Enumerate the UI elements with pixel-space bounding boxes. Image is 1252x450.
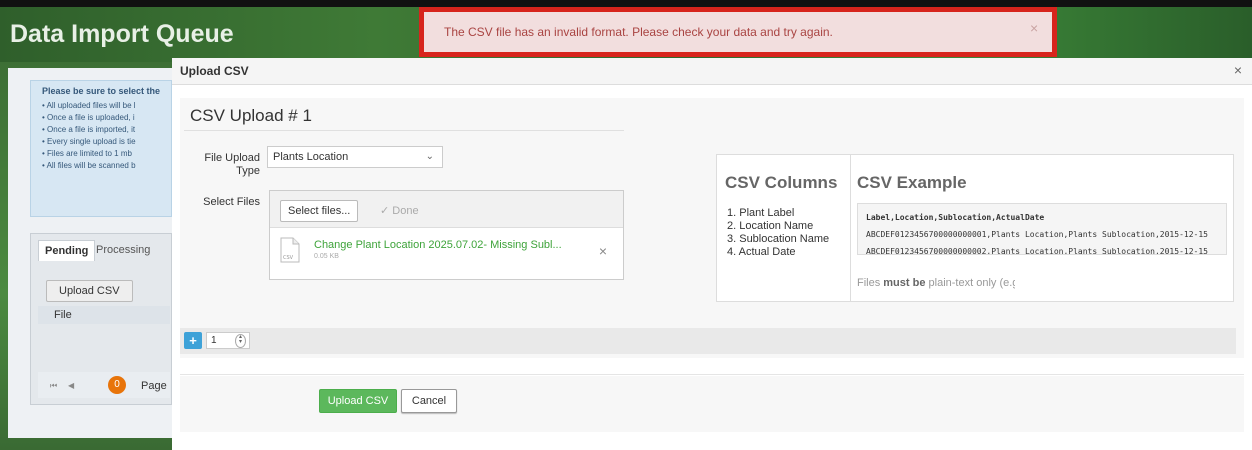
first-page-icon[interactable]: ⏮ bbox=[50, 381, 57, 391]
footer-divider bbox=[180, 374, 1244, 375]
error-message: The CSV file has an invalid format. Plea… bbox=[444, 25, 833, 39]
prev-page-icon[interactable]: ◀ bbox=[68, 381, 74, 390]
file-name: Change Plant Location 2025.07.02- Missin… bbox=[314, 239, 562, 251]
modal-header: Upload CSV × bbox=[172, 58, 1252, 85]
csv-example-line: ABCDEF0123456700000000002,Plants Locatio… bbox=[866, 247, 1208, 255]
uploaded-file-item: CSV Change Plant Location 2025.07.02- Mi… bbox=[280, 237, 615, 269]
modal-title: Upload CSV bbox=[180, 64, 249, 78]
modal-close-icon[interactable]: × bbox=[1234, 62, 1242, 78]
upload-csv-modal: Upload CSV × CSV Upload # 1 File Upload … bbox=[172, 58, 1252, 450]
file-size: 0.05 KB bbox=[314, 253, 339, 260]
info-item: Files are limited to 1 mb bbox=[42, 148, 136, 160]
file-upload-toolbar: Select files... ✓ Done bbox=[270, 191, 623, 228]
file-upload-box: Select files... ✓ Done CSV Change Plant … bbox=[269, 190, 624, 280]
error-alert: The CSV file has an invalid format. Plea… bbox=[424, 12, 1052, 52]
csv-example-code: Label,Location,Sublocation,ActualDate AB… bbox=[857, 203, 1227, 255]
csv-example-line: ABCDEF0123456700000000001,Plants Locatio… bbox=[866, 230, 1208, 239]
info-title: Please be sure to select the bbox=[42, 86, 161, 96]
alert-close-icon[interactable]: × bbox=[1030, 20, 1038, 36]
file-upload-type-value: Plants Location bbox=[273, 151, 349, 163]
tab-pending[interactable]: Pending bbox=[38, 240, 96, 261]
done-status: ✓ Done bbox=[380, 205, 419, 217]
remove-file-icon[interactable]: × bbox=[599, 243, 607, 259]
csv-column-item: 2. Location Name bbox=[727, 220, 814, 232]
csv-column-item: 4. Actual Date bbox=[727, 246, 796, 258]
pager-count-badge: 0 bbox=[108, 376, 126, 394]
upload-count-spinner[interactable]: 1 ▴ ▾ bbox=[206, 332, 250, 349]
info-item: Once a file is imported, it bbox=[42, 124, 136, 136]
info-item: All uploaded files will be l bbox=[42, 100, 136, 112]
info-item: Every single upload is tie bbox=[42, 136, 136, 148]
divider bbox=[184, 130, 624, 131]
top-bar bbox=[0, 0, 1252, 7]
note-redaction bbox=[1015, 275, 1095, 291]
file-upload-type-label: File Upload Type bbox=[204, 152, 260, 177]
cancel-button[interactable]: Cancel bbox=[401, 389, 457, 413]
pager-label: Page bbox=[141, 380, 167, 392]
upload-count-value: 1 bbox=[211, 335, 217, 346]
background-upload-csv-button[interactable]: Upload CSV bbox=[46, 280, 133, 302]
csv-column-item: 3. Sublocation Name bbox=[727, 233, 830, 245]
csv-columns-title: CSV Columns bbox=[725, 173, 838, 192]
page-title: Data Import Queue bbox=[10, 20, 234, 48]
svg-text:CSV: CSV bbox=[283, 255, 294, 261]
csv-column-item: 1. Plant Label bbox=[727, 207, 795, 219]
info-item: Once a file is uploaded, i bbox=[42, 112, 136, 124]
csv-example-title: CSV Example bbox=[857, 173, 967, 192]
csv-file-icon: CSV bbox=[280, 237, 300, 263]
csv-columns-list: 1. Plant Label 2. Location Name 3. Sublo… bbox=[727, 207, 829, 259]
csv-example-header-line: Label,Location,Sublocation,ActualDate bbox=[866, 213, 1045, 222]
file-upload-type-select[interactable]: Plants Location ⌄ bbox=[267, 146, 443, 168]
select-files-label: Select Files bbox=[203, 196, 260, 208]
upload-csv-button[interactable]: Upload CSV bbox=[319, 389, 397, 413]
info-list: All uploaded files will be l Once a file… bbox=[42, 100, 136, 172]
add-upload-button[interactable]: + bbox=[184, 332, 202, 349]
info-item: All files will be scanned b bbox=[42, 160, 136, 172]
chevron-down-icon: ⌄ bbox=[425, 151, 434, 162]
upload-heading: CSV Upload # 1 bbox=[190, 106, 312, 125]
add-upload-bar: + 1 ▴ ▾ bbox=[180, 328, 1236, 354]
csv-info-divider bbox=[850, 155, 851, 301]
spinner-arrows-icon[interactable]: ▴ ▾ bbox=[235, 334, 246, 348]
select-files-button[interactable]: Select files... bbox=[280, 200, 359, 222]
csv-info-table: CSV Columns 1. Plant Label 2. Location N… bbox=[716, 154, 1234, 302]
tab-processing[interactable]: Processing bbox=[90, 240, 156, 260]
file-column-header: File bbox=[38, 306, 170, 324]
